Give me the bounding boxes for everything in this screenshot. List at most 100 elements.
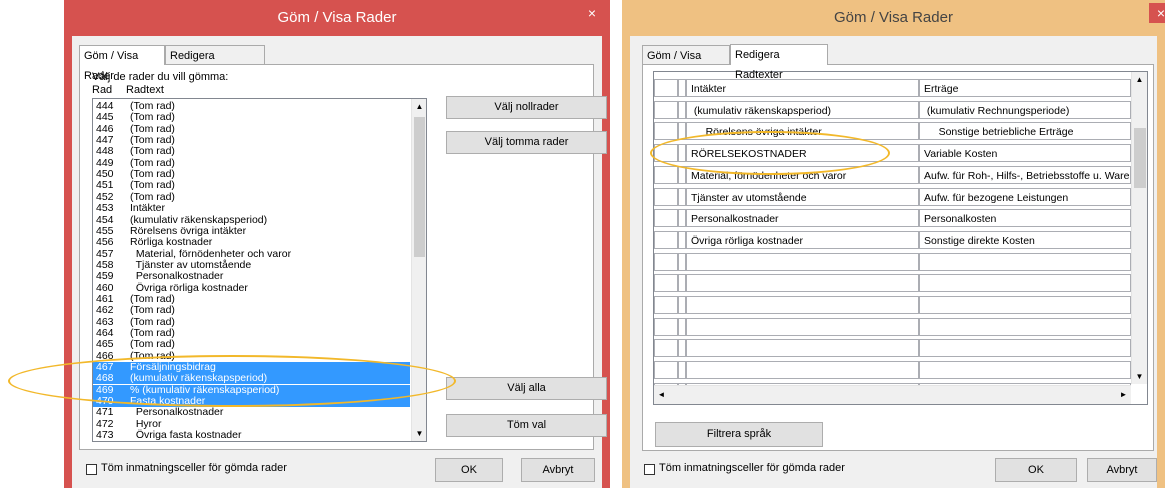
list-item[interactable]: 465 (Tom rad): [93, 339, 410, 350]
select-zero-rows-button[interactable]: Välj nollrader: [446, 96, 607, 119]
list-item[interactable]: 469 % (kumulativ räkenskapsperiod): [93, 383, 410, 396]
list-item[interactable]: 447 (Tom rad): [93, 135, 410, 146]
list-item[interactable]: 446 (Tom rad): [93, 123, 410, 135]
tab-hide-show-rows[interactable]: Göm / Visa Rader: [79, 45, 165, 82]
close-icon[interactable]: ×: [580, 3, 604, 23]
german-text-cell[interactable]: [919, 274, 1131, 293]
row-number: 456: [96, 236, 114, 249]
row-number: 453: [96, 202, 114, 215]
list-item[interactable]: 455 Rörelsens övriga intäkter: [93, 225, 410, 237]
list-item[interactable]: 473 Övriga fasta kostnader: [93, 430, 410, 441]
ok-button[interactable]: OK: [995, 458, 1077, 482]
list-item[interactable]: 470 Fasta kostnader: [93, 396, 410, 408]
list-item[interactable]: 467 Försäljningsbidrag: [93, 361, 410, 374]
swedish-text-cell[interactable]: Intäkter: [686, 79, 919, 97]
swedish-text-cell[interactable]: [686, 252, 919, 271]
swedish-text-cell[interactable]: [686, 339, 919, 358]
list-item[interactable]: 463 (Tom rad): [93, 316, 410, 328]
list-item[interactable]: 444 (Tom rad): [93, 101, 410, 112]
swedish-text-cell[interactable]: Personalkostnader: [686, 209, 919, 228]
swedish-text-cell[interactable]: Material, förnödenheter och varor: [686, 165, 919, 184]
list-item[interactable]: 468 (kumulativ räkenskapsperiod): [93, 373, 410, 385]
list-item[interactable]: 458 Tjänster av utomstående: [93, 259, 410, 271]
ok-button[interactable]: OK: [435, 458, 503, 482]
row-text: (Tom rad): [130, 338, 175, 351]
list-item[interactable]: 459 Personalkostnader: [93, 271, 410, 282]
list-item[interactable]: 454 (kumulativ räkenskapsperiod): [93, 214, 410, 226]
german-text-cell[interactable]: Erträge: [919, 79, 1131, 97]
list-item[interactable]: 472 Hyror: [93, 417, 410, 430]
row-marker: [678, 296, 686, 314]
filter-language-button[interactable]: Filtrera språk: [655, 422, 823, 447]
list-item[interactable]: 456 Rörliga kostnader: [93, 237, 410, 248]
listbox-scrollbar[interactable]: ▲ ▼: [411, 99, 426, 441]
close-icon[interactable]: ×: [1149, 3, 1165, 23]
cancel-button[interactable]: Avbryt: [1087, 458, 1157, 482]
tab-edit-row-texts[interactable]: Redigera Radtexter: [730, 44, 828, 81]
list-item[interactable]: 453 Intäkter: [93, 203, 410, 214]
clear-selection-button[interactable]: Töm val: [446, 414, 607, 437]
scroll-right-icon[interactable]: ►: [1116, 387, 1131, 402]
grid-horizontal-scrollbar[interactable]: ◄ ►: [654, 385, 1131, 404]
clear-hidden-cells-checkbox[interactable]: [644, 464, 655, 475]
german-text-cell[interactable]: Aufw. für Roh-, Hilfs-, Betriebsstoffe u…: [919, 165, 1131, 184]
list-item[interactable]: 445 (Tom rad): [93, 112, 410, 123]
list-item[interactable]: 451 (Tom rad): [93, 180, 410, 191]
rows-listbox[interactable]: 473 Övriga fasta kostnader 472 Hyror 471 P…: [92, 98, 427, 442]
scroll-up-icon[interactable]: ▲: [412, 99, 426, 114]
row-number: 449: [96, 156, 114, 169]
scroll-up-icon[interactable]: ▲: [1132, 72, 1147, 87]
select-all-button[interactable]: Välj alla: [446, 377, 607, 400]
german-text-cell[interactable]: [919, 361, 1131, 380]
swedish-text-cell[interactable]: Rörelsens övriga intäkter: [686, 122, 919, 141]
list-item[interactable]: 464 (Tom rad): [93, 328, 410, 339]
cancel-button[interactable]: Avbryt: [521, 458, 595, 482]
grid-vertical-scrollbar[interactable]: ▲ ▼: [1131, 72, 1147, 384]
swedish-text-cell[interactable]: [686, 296, 919, 314]
row-number: 467: [96, 361, 114, 374]
german-text-cell[interactable]: [919, 339, 1131, 358]
german-text-cell[interactable]: Personalkosten: [919, 209, 1131, 228]
german-text-cell[interactable]: [919, 252, 1131, 271]
german-text-cell[interactable]: Sonstige betriebliche Erträge: [919, 122, 1131, 141]
german-text-cell[interactable]: [919, 296, 1131, 314]
list-item[interactable]: 466 (Tom rad): [93, 350, 410, 362]
scrollbar-thumb[interactable]: [414, 117, 425, 257]
clear-hidden-cells-checkbox[interactable]: [86, 464, 97, 475]
swedish-text-cell[interactable]: Övriga rörliga kostnader: [686, 230, 919, 249]
scrollbar-thumb[interactable]: [1134, 128, 1146, 188]
list-item[interactable]: 460 Övriga rörliga kostnader: [93, 282, 410, 294]
tab-hide-show-rows[interactable]: Göm / Visa Rader: [642, 45, 730, 82]
swedish-text-cell[interactable]: [686, 317, 919, 336]
scroll-left-icon[interactable]: ◄: [654, 387, 669, 402]
swedish-text-cell[interactable]: Tjänster av utomstående: [686, 187, 919, 206]
list-item[interactable]: 452 (Tom rad): [93, 191, 410, 203]
german-text-cell[interactable]: (kumulativ Rechnungsperiode): [919, 100, 1131, 119]
german-text-cell[interactable]: Variable Kosten: [919, 144, 1131, 163]
row-marker: [654, 209, 678, 228]
tab-edit-row-texts[interactable]: Redigera Radtexter: [165, 45, 265, 82]
row-marker: [678, 339, 686, 358]
select-empty-rows-button[interactable]: Välj tomma rader: [446, 131, 607, 154]
list-item[interactable]: 471 Personalkostnader: [93, 407, 410, 418]
german-text-cell[interactable]: [919, 317, 1131, 336]
row-text: % (kumulativ räkenskapsperiod): [130, 383, 280, 396]
list-item[interactable]: 449 (Tom rad): [93, 156, 410, 169]
row-number: 464: [96, 327, 114, 339]
list-item[interactable]: 450 (Tom rad): [93, 169, 410, 180]
list-item[interactable]: 462 (Tom rad): [93, 305, 410, 316]
list-item[interactable]: 461 (Tom rad): [93, 293, 410, 305]
row-text: Hyror: [130, 417, 162, 430]
scroll-down-icon[interactable]: ▼: [1132, 369, 1147, 384]
swedish-text-cell[interactable]: [686, 361, 919, 380]
list-item[interactable]: 457 Material, förnödenheter och varor: [93, 248, 410, 260]
german-text-cell[interactable]: Sonstige direkte Kosten: [919, 230, 1131, 249]
list-item[interactable]: 448 (Tom rad): [93, 146, 410, 157]
german-text-cell[interactable]: Aufw. für bezogene Leistungen: [919, 187, 1131, 206]
swedish-text-cell[interactable]: RÖRELSEKOSTNADER: [686, 144, 919, 163]
tab-page: Välj de rader du vill gömma: Rad Radtext…: [79, 64, 607, 450]
swedish-text-cell[interactable]: [686, 274, 919, 293]
swedish-text-cell[interactable]: (kumulativ räkenskapsperiod): [686, 100, 919, 119]
row-marker: [678, 79, 686, 97]
scroll-down-icon[interactable]: ▼: [412, 426, 426, 441]
